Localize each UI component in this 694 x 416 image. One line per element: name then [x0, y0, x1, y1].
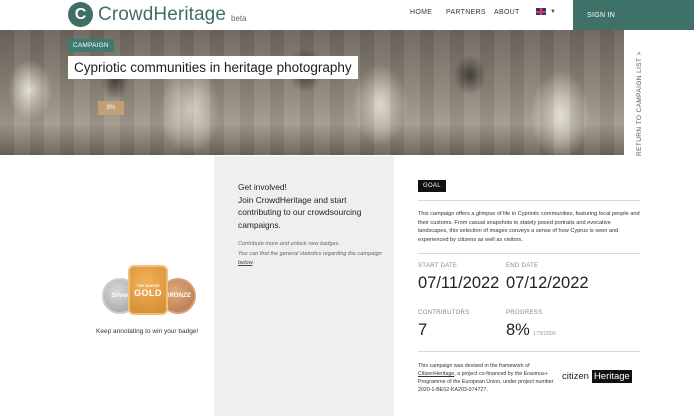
statistics-note: You can find the general statistics rega… — [238, 250, 382, 257]
crowdheritage-logo[interactable]: C CrowdHeritage beta — [68, 2, 247, 27]
hero-progress-badge: 8% — [98, 101, 124, 115]
statistics-note-end: . — [252, 260, 254, 266]
contributors-label: CONTRIBUTORS — [418, 310, 470, 316]
citizenheritage-link[interactable]: CitizenHeritage — [418, 371, 454, 377]
end-date-value: 07/12/2022 — [506, 274, 589, 292]
campaign-tag: CAMPAIGN — [68, 39, 114, 52]
citizenheritage-logo-boxed: Heritage — [591, 370, 632, 383]
gold-badge-top-label: THE BADGE — [136, 282, 160, 288]
chevron-down-icon: ▼ — [550, 8, 556, 15]
progress-label: PROGRESS — [506, 310, 543, 316]
beta-label: beta — [231, 13, 247, 23]
funding-note-prefix: This campaign was devised in the framewo… — [418, 363, 530, 369]
progress-value: 8% — [506, 321, 530, 339]
goal-description: This campaign offers a glimpse of life i… — [418, 211, 640, 243]
citizenheritage-logo[interactable]: citizen Heritage — [562, 370, 632, 383]
start-date-value: 07/11/2022 — [418, 274, 500, 292]
sign-in-button[interactable]: SIGN IN — [573, 0, 694, 30]
progress-count: 179/2000 — [533, 331, 556, 337]
gold-badge-label: GOLD — [134, 287, 162, 298]
start-date-label: START DATE — [418, 263, 458, 269]
top-header: C CrowdHeritage beta HOME PARTNERS ABOUT… — [0, 0, 694, 30]
hero-side-panel — [624, 30, 694, 155]
footer-divider — [418, 351, 640, 352]
end-date-label: END DATE — [506, 263, 539, 269]
get-involved-heading: Get involved! Join CrowdHeritage and sta… — [238, 182, 362, 230]
uk-flag-icon — [536, 8, 546, 15]
silver-badge-label: Silver — [111, 293, 129, 299]
get-involved-note: Contribute more and unlock new badges. Y… — [238, 240, 386, 269]
funding-note: This campaign was devised in the framewo… — [418, 362, 555, 394]
citizenheritage-logo-plain: citizen — [562, 371, 589, 382]
goal-tag: GOAL — [418, 180, 446, 192]
return-to-campaign-list-link[interactable]: RETURN TO CAMPAIGN LIST > — [636, 51, 643, 156]
campaign-title: Cypriotic communities in heritage photog… — [68, 56, 358, 79]
badges-note: Contribute more and unlock new badges. — [238, 241, 340, 247]
nav-about[interactable]: ABOUT — [494, 9, 520, 16]
nav-partners[interactable]: PARTNERS — [446, 9, 486, 16]
language-selector[interactable]: ▼ — [536, 8, 556, 15]
statistics-below-link[interactable]: below — [238, 260, 252, 266]
stats-divider — [418, 253, 640, 254]
nav-home[interactable]: HOME — [410, 9, 432, 16]
goal-divider — [418, 200, 640, 201]
logo-mark-icon: C — [68, 2, 93, 27]
gold-badge-icon: THE BADGE GOLD — [128, 265, 168, 315]
badge-caption: Keep annotating to win your badge! — [96, 328, 199, 335]
logo-text: CrowdHeritage — [98, 3, 227, 25]
contributors-value: 7 — [418, 321, 428, 339]
bronze-badge-label: BRONZE — [164, 293, 192, 299]
